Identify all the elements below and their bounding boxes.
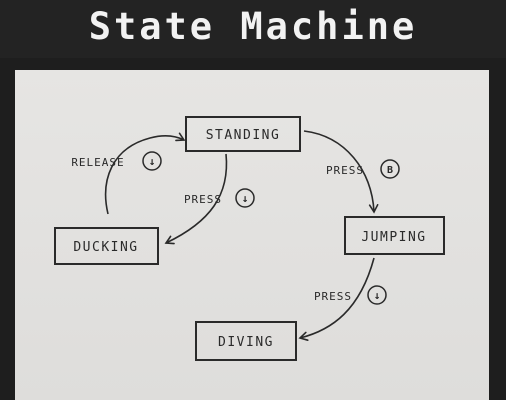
transition-press-label: PRESS [326, 164, 364, 177]
state-jumping-label: JUMPING [361, 230, 426, 245]
transition-press-label: PRESS [184, 193, 222, 206]
state-diving-label: DIVING [218, 335, 274, 350]
transition-release-down: RELEASE ↓ [71, 151, 162, 171]
down-arrow-icon: ↓ [149, 155, 156, 168]
state-ducking-label: DUCKING [73, 240, 138, 255]
state-standing-label: STANDING [206, 128, 281, 143]
transition-press-down-duck: PRESS ↓ [184, 188, 255, 208]
transition-press-label: PRESS [314, 290, 352, 303]
arrow-ducking-to-standing [104, 132, 186, 215]
b-button-icon: B [387, 165, 393, 176]
down-arrow-icon: ↓ [242, 192, 249, 205]
down-arrow-icon: ↓ [374, 289, 381, 302]
state-jumping: JUMPING [344, 216, 445, 255]
state-machine-diagram: STANDING JUMPING DUCKING DIVING RELEASE … [54, 116, 445, 361]
transition-press-b: PRESS B [326, 159, 400, 179]
transition-release-label: RELEASE [71, 156, 124, 169]
transition-press-down-dive: PRESS ↓ [314, 285, 387, 305]
state-standing: STANDING [185, 116, 301, 152]
state-ducking: DUCKING [54, 227, 159, 265]
state-diving: DIVING [195, 321, 297, 361]
